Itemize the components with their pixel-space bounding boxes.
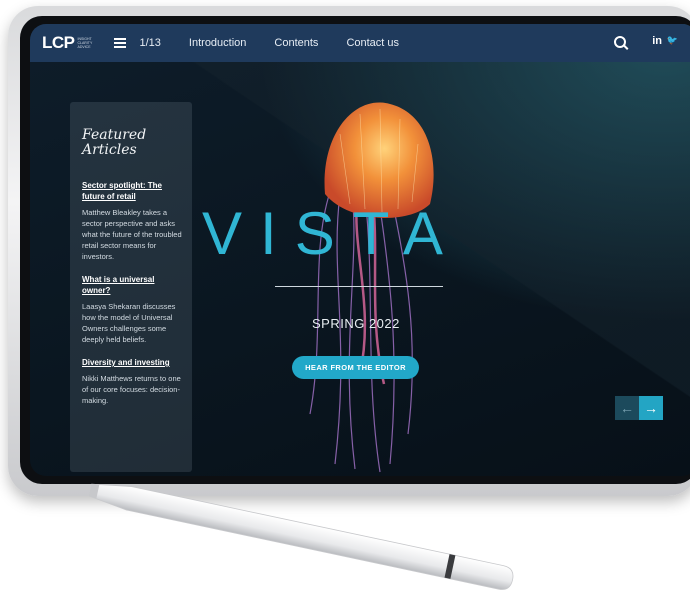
previous-slide-button[interactable]: ← xyxy=(615,396,639,420)
lcp-logo[interactable]: LCP xyxy=(42,33,75,53)
nav-link-introduction[interactable]: Introduction xyxy=(189,37,246,49)
search-icon[interactable] xyxy=(614,36,626,48)
jellyfish-image xyxy=(309,102,434,473)
nav-link-contents[interactable]: Contents xyxy=(274,37,318,49)
twitter-icon[interactable]: 🐦 xyxy=(667,35,678,46)
edition-label: SPRING 2022 xyxy=(312,316,400,331)
article-link-diversity[interactable]: Diversity and investing xyxy=(82,357,182,368)
article-summary: Laasya Shekaran discusses how the model … xyxy=(82,302,176,344)
hear-from-editor-button[interactable]: HEAR FROM THE EDITOR xyxy=(292,356,419,379)
next-slide-button[interactable]: → xyxy=(639,396,663,420)
article-link-universal-owner[interactable]: What is a universal owner? xyxy=(82,274,182,296)
nav-link-contact-us[interactable]: Contact us xyxy=(346,37,399,49)
screen: LCP INSIGHT CLARITY ADVICE 1/13 Introduc… xyxy=(30,24,690,476)
article-link-retail[interactable]: Sector spotlight: The future of retail xyxy=(82,180,182,202)
linkedin-icon[interactable]: in xyxy=(652,35,662,47)
page-indicator: 1/13 xyxy=(139,37,161,49)
title-divider xyxy=(275,286,443,287)
logo-tagline: INSIGHT CLARITY ADVICE xyxy=(77,37,93,49)
vista-title: VISTA xyxy=(202,200,461,267)
top-navbar: LCP INSIGHT CLARITY ADVICE 1/13 Introduc… xyxy=(30,24,690,62)
panel-title: Featured Articles xyxy=(82,127,147,158)
article-summary: Nikki Matthews returns to one of our cor… xyxy=(82,374,181,405)
article-summary: Matthew Bleakley takes a sector perspect… xyxy=(82,208,182,261)
hamburger-menu-icon[interactable] xyxy=(113,38,126,48)
featured-articles-panel: Featured Articles Sector spotlight: The … xyxy=(70,102,192,472)
